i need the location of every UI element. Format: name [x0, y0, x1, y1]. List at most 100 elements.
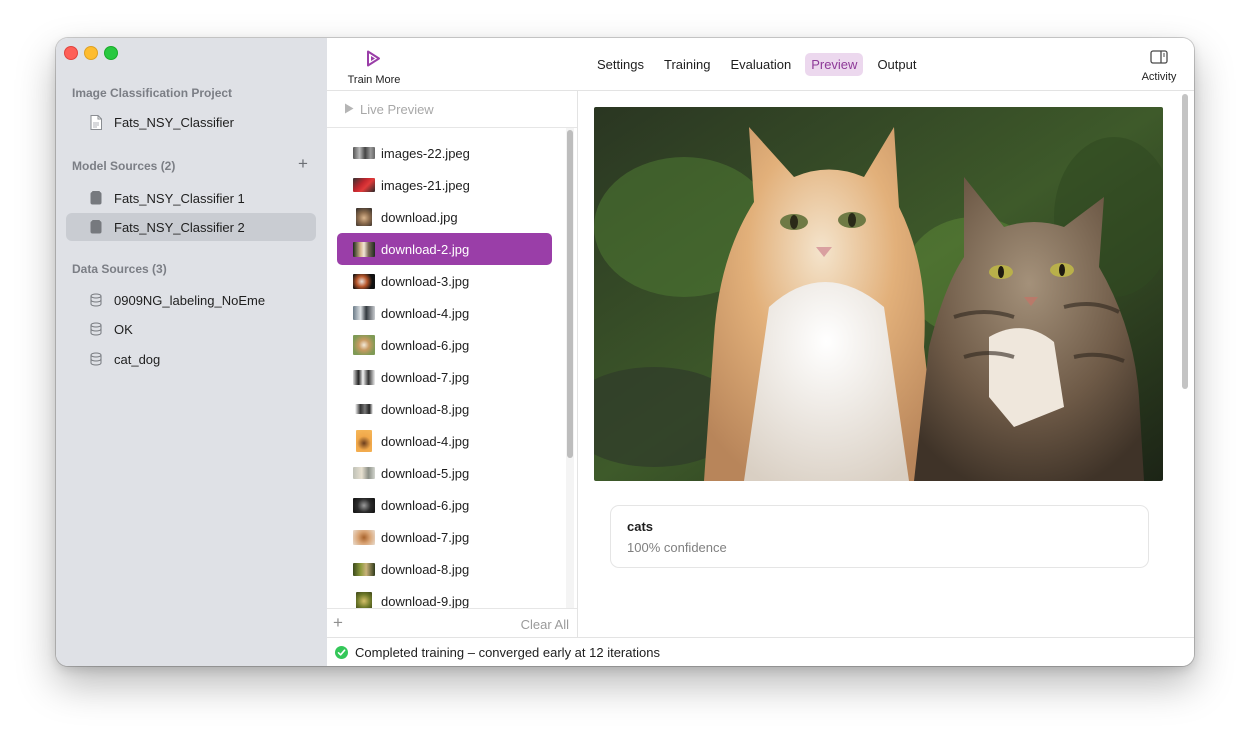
sidebar-right-icon	[1150, 50, 1168, 68]
file-thumbnail	[353, 273, 375, 289]
file-row[interactable]: download-6.jpg	[337, 329, 552, 361]
classification-result-card: cats 100% confidence	[610, 505, 1149, 568]
file-name: download.jpg	[381, 209, 458, 225]
file-row[interactable]: download.jpg	[337, 201, 552, 233]
file-name: download-9.jpg	[381, 593, 470, 609]
activity-label: Activity	[1141, 71, 1177, 83]
confidence-text: 100% confidence	[627, 540, 727, 555]
file-name: download-4.jpg	[381, 433, 470, 449]
database-icon	[88, 321, 104, 337]
file-row[interactable]: download-6.jpg	[337, 489, 552, 521]
sidebar: Image Classification Project Fats_NSY_Cl…	[56, 38, 328, 666]
file-row[interactable]: download-9.jpg	[337, 585, 552, 608]
tab-bar: Settings Training Evaluation Preview Out…	[591, 53, 922, 76]
play-icon	[344, 102, 354, 117]
preview-scrollbar[interactable]	[1178, 91, 1192, 637]
train-more-button[interactable]: Train More	[343, 50, 405, 86]
file-name: images-21.jpeg	[381, 177, 470, 193]
close-window-button[interactable]	[64, 46, 78, 60]
file-thumbnail	[353, 562, 375, 576]
tab-preview[interactable]: Preview	[805, 53, 864, 76]
file-thumbnail	[353, 306, 375, 320]
sidebar-item-label: Fats_NSY_Classifier 1	[114, 190, 245, 206]
file-thumbnail	[353, 497, 375, 513]
activity-button[interactable]: Activity	[1129, 50, 1189, 83]
sidebar-item-label: OK	[114, 321, 133, 337]
scrollbar-thumb[interactable]	[1182, 94, 1188, 389]
file-name: images-22.jpeg	[381, 145, 470, 161]
file-row[interactable]: download-4.jpg	[337, 425, 552, 457]
file-row[interactable]: images-21.jpeg	[337, 169, 552, 201]
file-name: download-5.jpg	[381, 465, 470, 481]
file-thumbnail	[353, 467, 375, 479]
file-row[interactable]: download-8.jpg	[337, 393, 552, 425]
minimize-window-button[interactable]	[84, 46, 98, 60]
predicted-label: cats	[627, 519, 654, 534]
file-thumbnail	[356, 592, 372, 608]
sidebar-item-label: Fats_NSY_Classifier	[114, 114, 234, 130]
data-sources-header: Data Sources (3)	[72, 262, 167, 276]
file-thumbnail	[356, 208, 372, 226]
sidebar-item-model-2[interactable]: Fats_NSY_Classifier 2	[66, 213, 316, 241]
file-name: download-7.jpg	[381, 529, 470, 545]
file-row[interactable]: download-8.jpg	[337, 553, 552, 585]
file-thumbnail	[356, 430, 372, 452]
sidebar-item-project[interactable]: Fats_NSY_Classifier	[66, 108, 316, 136]
sidebar-item-data-2[interactable]: OK	[66, 315, 316, 343]
file-name: download-2.jpg	[381, 241, 470, 257]
status-message: Completed training – converged early at …	[355, 645, 660, 660]
tab-settings[interactable]: Settings	[591, 53, 650, 76]
add-model-source-button[interactable]: +	[298, 155, 308, 172]
model-icon	[88, 190, 104, 206]
tab-training[interactable]: Training	[658, 53, 716, 76]
model-sources-header: Model Sources (2)	[72, 159, 176, 173]
document-icon	[88, 114, 104, 130]
file-row[interactable]: download-7.jpg	[337, 361, 552, 393]
scrollbar-thumb[interactable]	[567, 130, 573, 458]
file-row[interactable]: download-7.jpg	[337, 521, 552, 553]
tab-output[interactable]: Output	[871, 53, 922, 76]
file-name: download-6.jpg	[381, 337, 470, 353]
sidebar-item-model-1[interactable]: Fats_NSY_Classifier 1	[66, 184, 316, 212]
file-name: download-8.jpg	[381, 561, 470, 577]
file-name: download-8.jpg	[381, 401, 470, 417]
file-name: download-3.jpg	[381, 273, 470, 289]
status-bar: Completed training – converged early at …	[327, 637, 1194, 666]
file-thumbnail	[353, 369, 375, 385]
zoom-window-button[interactable]	[104, 46, 118, 60]
file-name: download-6.jpg	[381, 497, 470, 513]
file-list[interactable]: images-22.jpeg images-21.jpeg download.j…	[327, 128, 563, 608]
file-row[interactable]: download-5.jpg	[337, 457, 552, 489]
preview-pane: cats 100% confidence	[578, 91, 1194, 637]
app-window: Image Classification Project Fats_NSY_Cl…	[56, 38, 1194, 666]
sidebar-item-data-1[interactable]: 0909NG_labeling_NoEme	[66, 286, 316, 314]
tab-evaluation[interactable]: Evaluation	[724, 53, 797, 76]
add-file-button[interactable]: +	[333, 614, 343, 631]
sidebar-item-label: 0909NG_labeling_NoEme	[114, 292, 266, 308]
file-list-footer: + Clear All	[327, 608, 577, 638]
sidebar-item-label: Fats_NSY_Classifier 2	[114, 219, 245, 235]
database-icon	[88, 351, 104, 367]
sidebar-item-data-3[interactable]: cat_dog	[66, 345, 316, 373]
file-thumbnail	[353, 241, 375, 257]
database-icon	[88, 292, 104, 308]
file-name: download-4.jpg	[381, 305, 470, 321]
file-row[interactable]: images-22.jpeg	[337, 137, 552, 169]
file-list-scrollbar[interactable]	[566, 128, 574, 608]
file-thumbnail	[353, 335, 375, 355]
preview-image	[594, 107, 1163, 481]
file-row[interactable]: download-4.jpg	[337, 297, 552, 329]
file-row[interactable]: download-3.jpg	[337, 265, 552, 297]
play-sparkle-icon	[365, 50, 383, 71]
toolbar: Train More Settings Training Evaluation …	[327, 38, 1194, 91]
file-row[interactable]: download-2.jpg	[337, 233, 552, 265]
clear-all-button[interactable]: Clear All	[521, 617, 569, 632]
train-more-label: Train More	[347, 74, 401, 86]
file-thumbnail	[355, 404, 373, 414]
file-name: download-7.jpg	[381, 369, 470, 385]
live-preview-button[interactable]: Live Preview	[327, 91, 577, 128]
model-icon	[88, 219, 104, 235]
file-list-panel: Live Preview images-22.jpeg images-21.jp…	[327, 91, 578, 637]
file-thumbnail	[353, 147, 375, 159]
checkmark-circle-icon	[335, 646, 348, 659]
